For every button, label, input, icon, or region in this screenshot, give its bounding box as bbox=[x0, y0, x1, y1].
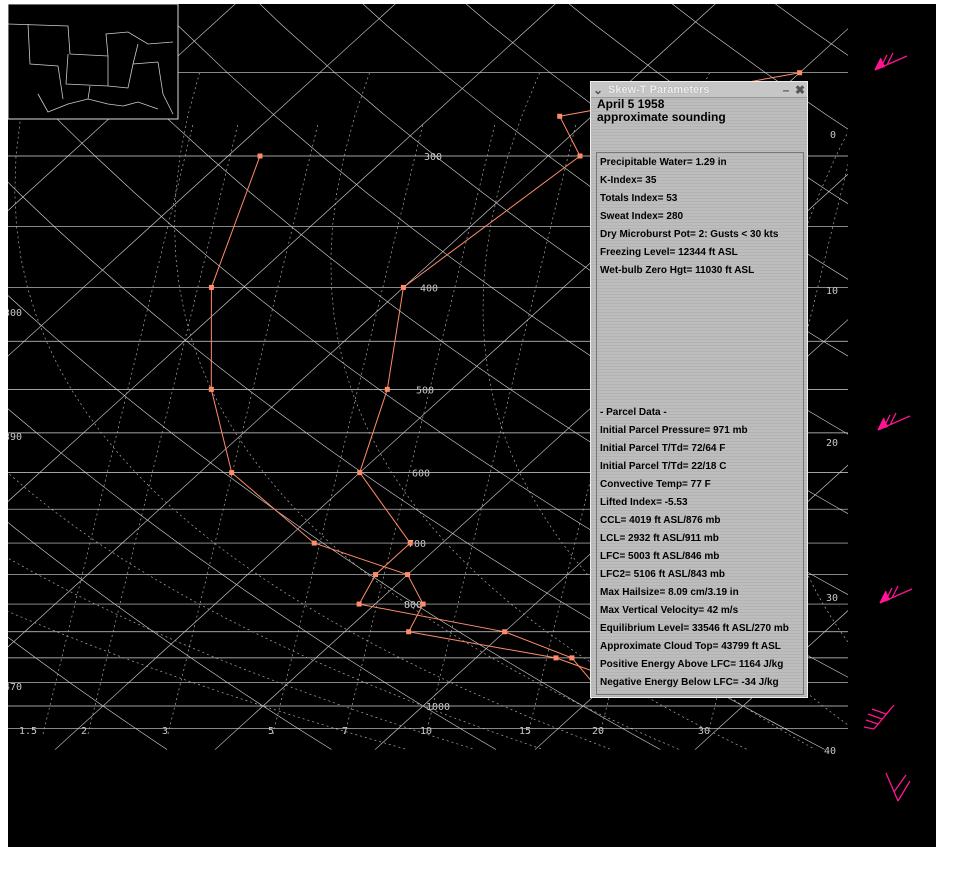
edge-tick-label: 390 bbox=[8, 432, 22, 443]
minimize-icon[interactable]: – bbox=[779, 83, 793, 97]
edge-tick-label: 300 bbox=[8, 308, 22, 319]
temperature-point bbox=[356, 601, 362, 607]
mixing-ratio-line bbox=[425, 123, 577, 735]
index-row: Wet-bulb Zero Hgt= 11030 ft ASL bbox=[600, 265, 755, 276]
parcel-row: Convective Temp= 77 F bbox=[600, 479, 711, 490]
isotherm-tick-label: 0 bbox=[830, 130, 836, 141]
wind-barb-icon bbox=[863, 704, 895, 730]
dewpoint-point bbox=[257, 153, 263, 159]
moist-adiabat-line bbox=[14, 72, 612, 750]
wind-barb-icon bbox=[874, 52, 908, 71]
dewpoint-point bbox=[405, 572, 411, 578]
temperature-point bbox=[400, 284, 406, 290]
mixing-ratio-label: 15 bbox=[519, 726, 531, 737]
isotherm-tick-label: 30 bbox=[826, 593, 838, 604]
parcel-row: Lifted Index= -5.53 bbox=[600, 497, 688, 508]
index-row: Freezing Level= 12344 ft ASL bbox=[600, 247, 738, 258]
index-row: Totals Index= 53 bbox=[600, 193, 678, 204]
parcel-row: LCL= 2932 ft ASL/911 mb bbox=[600, 533, 719, 544]
parcel-row: Initial Parcel T/Td= 72/64 F bbox=[600, 443, 726, 454]
index-row: Sweat Index= 280 bbox=[600, 211, 684, 222]
parameters-list: Precipitable Water= 1.29 in K-Index= 35 To… bbox=[596, 152, 804, 695]
close-icon[interactable]: ✖ bbox=[793, 83, 807, 97]
dewpoint-point bbox=[420, 601, 426, 607]
dewpoint-point bbox=[311, 540, 317, 546]
dry-adiabat-line bbox=[259, 4, 848, 435]
mixing-ratio-label: 20 bbox=[592, 726, 604, 737]
wind-barb-icon bbox=[885, 772, 911, 802]
index-row: K-Index= 35 bbox=[600, 175, 657, 186]
pressure-tick-label: 600 bbox=[412, 469, 430, 480]
pressure-tick-label: 1000 bbox=[426, 702, 450, 713]
mixing-ratio-line bbox=[42, 123, 194, 735]
temperature-point bbox=[384, 386, 390, 392]
parcel-row: LFC2= 5106 ft ASL/843 mb bbox=[600, 569, 725, 580]
parcel-row: Initial Parcel T/Td= 22/18 C bbox=[600, 461, 727, 472]
mixing-ratio-label: 5 bbox=[268, 726, 274, 737]
moist-adiabat-line bbox=[904, 73, 936, 750]
isotherm-tick-label: 20 bbox=[826, 438, 838, 449]
edge-tick-label: 470 bbox=[8, 682, 22, 693]
dewpoint-point bbox=[229, 470, 235, 476]
index-row: Precipitable Water= 1.29 in bbox=[600, 157, 727, 168]
panel-title: Skew-T Parameters bbox=[608, 83, 710, 96]
temperature-point bbox=[577, 153, 583, 159]
dewpoint-point bbox=[208, 284, 214, 290]
mixing-ratio-label: 2 bbox=[81, 726, 87, 737]
dry-adiabat-line bbox=[831, 4, 936, 750]
mixing-ratio-line bbox=[272, 123, 424, 735]
temperature-point bbox=[557, 113, 563, 119]
dry-adiabat-line bbox=[932, 4, 936, 750]
isotherm-tick-label: 10 bbox=[826, 286, 838, 297]
collapse-chevron-icon[interactable]: ⌄ bbox=[591, 83, 605, 97]
pressure-tick-label: 300 bbox=[424, 152, 442, 163]
temperature-point bbox=[502, 629, 508, 635]
mixing-ratio-label: 1.5 bbox=[19, 726, 37, 737]
temperature-point bbox=[569, 655, 575, 661]
skew-t-parameters-window[interactable]: ⌄ Skew-T Parameters – ✖ April 5 1958 app… bbox=[590, 81, 808, 698]
isotherm-line bbox=[855, 4, 936, 750]
index-row: Dry Microburst Pot= 2: Gusts < 30 kts bbox=[600, 229, 779, 240]
temperature-point bbox=[373, 572, 379, 578]
dewpoint-point bbox=[208, 386, 214, 392]
parcel-row: Approximate Cloud Top= 43799 ft ASL bbox=[600, 641, 781, 652]
pressure-tick-label: 400 bbox=[420, 283, 438, 294]
parcel-row: CCL= 4019 ft ASL/876 mb bbox=[600, 515, 721, 526]
parcel-row: LFC= 5003 ft ASL/846 mb bbox=[600, 551, 720, 562]
dewpoint-point bbox=[553, 655, 559, 661]
pressure-tick-label: 500 bbox=[416, 385, 434, 396]
parcel-row: Positive Energy Above LFC= 1164 J/kg bbox=[600, 659, 784, 670]
mixing-ratio-line bbox=[87, 123, 239, 735]
parcel-row: Equilibrium Level= 33546 ft ASL/270 mb bbox=[600, 623, 789, 634]
moist-adiabat-line bbox=[8, 472, 544, 750]
sounding-subtitle: approximate sounding bbox=[597, 110, 726, 124]
moist-adiabat-line bbox=[8, 557, 476, 750]
mixing-ratio-label: 3 bbox=[162, 726, 168, 737]
dry-adiabat-line bbox=[156, 4, 848, 514]
wind-barb-icon bbox=[877, 412, 911, 431]
parcel-row: Negative Energy Below LFC= -34 J/kg bbox=[600, 677, 779, 688]
temperature-point bbox=[407, 540, 413, 546]
parcel-row: Max Hailsize= 8.09 cm/3.19 in bbox=[600, 587, 739, 598]
temperature-point bbox=[797, 70, 803, 76]
mixing-ratio-label: 10 bbox=[420, 726, 432, 737]
pressure-tick-label: 800 bbox=[404, 600, 422, 611]
dewpoint-point bbox=[406, 629, 412, 635]
parcel-data-header: - Parcel Data - bbox=[600, 407, 667, 418]
temperature-point bbox=[357, 470, 363, 476]
parcel-row: Max Vertical Velocity= 42 m/s bbox=[600, 605, 739, 616]
mixing-ratio-line bbox=[167, 123, 319, 735]
mixing-ratio-label: 7 bbox=[342, 726, 348, 737]
mixing-ratio-label: 30 bbox=[698, 726, 710, 737]
inset-map bbox=[8, 4, 179, 120]
wind-barb-icon bbox=[879, 585, 913, 604]
isotherm-tick-label: 40 bbox=[824, 746, 836, 757]
parcel-row: Initial Parcel Pressure= 971 mb bbox=[600, 425, 748, 436]
panel-title-bar[interactable]: ⌄ Skew-T Parameters – ✖ bbox=[591, 82, 807, 98]
